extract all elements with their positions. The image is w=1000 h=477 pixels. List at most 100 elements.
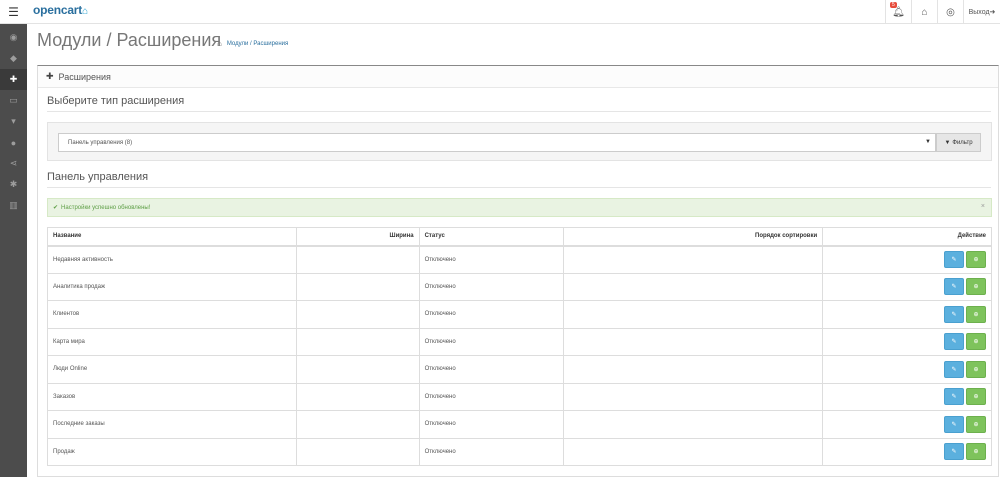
cell-sort-order [563,245,824,274]
sidebar-item-system[interactable]: ✱ [0,174,27,195]
table-header-row: Название Ширина Статус Порядок сортировк… [47,227,992,247]
sidebar-item-sales[interactable]: ▾ [0,111,27,132]
install-button[interactable]: ⊕ [966,388,986,406]
cell-action: ✎ ⊕ [822,245,992,274]
column-header-sort-order: Порядок сортировки [563,227,824,247]
table-row: Люди Online Отключено ✎ ⊕ [47,355,992,384]
install-button[interactable]: ⊕ [966,251,986,268]
choose-type-heading: Выберите тип расширения [47,95,185,107]
plus-circle-icon: ⊕ [973,339,979,346]
pencil-icon: ✎ [951,421,957,428]
table-row: Клиентов Отключено ✎ ⊕ [47,300,992,329]
cell-action: ✎ ⊕ [822,272,992,301]
pencil-icon: ✎ [951,339,957,346]
cell-width [295,355,420,384]
edit-button[interactable]: ✎ [944,388,964,406]
edit-button[interactable]: ✎ [944,333,964,351]
share-icon: ⋖ [9,158,18,168]
install-button[interactable]: ⊕ [966,333,986,351]
monitor-icon: ▭ [9,95,18,105]
table-row: Последние заказы Отключено ✎ ⊕ [47,410,992,439]
sidebar-item-extensions[interactable]: ✚ [0,69,27,90]
cell-action: ✎ ⊕ [822,382,992,411]
pencil-icon: ✎ [951,366,957,373]
divider [47,187,991,188]
sidebar-item-marketing[interactable]: ⋖ [0,153,27,174]
install-button[interactable]: ⊕ [966,305,986,323]
menu-toggle-icon[interactable]: ☰ [0,0,27,24]
breadcrumb-link-extensions[interactable]: Модули / Расширения [227,41,288,47]
cell-sort-order [563,300,824,329]
extension-type-selected: Панель управления (8) [68,139,133,146]
cell-width [295,327,420,356]
tag-icon: ◆ [10,53,17,63]
cell-action: ✎ ⊕ [822,300,992,329]
cell-name: Клиентов [47,300,297,329]
cell-status: Отключено [418,355,565,384]
edit-button[interactable]: ✎ [944,415,964,433]
check-circle-icon: ✔ [53,205,59,211]
install-button[interactable]: ⊕ [966,415,986,433]
panel-heading: ✚ Расширения [38,66,998,88]
edit-button[interactable]: ✎ [944,360,964,378]
top-header: ☰ opencart⌂ 5 🔔︎ ⌂ ◎ Выход ➜ [0,0,1000,24]
filter-button[interactable]: ▼ Фильтр [936,133,981,152]
gear-icon: ✱ [9,179,18,189]
extension-type-select[interactable]: Панель управления (8) ▼ [58,133,936,152]
edit-button[interactable]: ✎ [944,305,964,323]
chevron-down-icon: ▼ [925,139,931,145]
main-content: Модули / Расширения ⌂ Модули / Расширени… [27,24,1000,477]
cell-width [295,437,420,466]
home-icon: ⌂ [921,6,928,18]
plus-circle-icon: ⊕ [973,311,979,318]
install-button[interactable]: ⊕ [966,443,986,461]
notifications-button[interactable]: 5 🔔︎ [885,0,911,24]
divider [47,111,991,112]
cell-width [295,300,420,329]
sidebar-item-dashboard[interactable]: ◉ [0,27,27,48]
breadcrumb-home-icon[interactable]: ⌂ [217,39,222,48]
cell-name: Карта мира [47,327,297,356]
puzzle-icon: ✚ [46,71,54,81]
table-row: Аналитика продаж Отключено ✎ ⊕ [47,272,992,301]
sidebar-item-design[interactable]: ▭ [0,90,27,111]
cell-status: Отключено [418,410,565,439]
plus-circle-icon: ⊕ [973,449,979,456]
sidebar-item-reports[interactable]: ▥ [0,195,27,216]
cell-action: ✎ ⊕ [822,410,992,439]
page-title: Модули / Расширения [37,30,222,50]
cell-sort-order [563,272,824,301]
filter-well: Панель управления (8) ▼ ▼ Фильтр [47,122,992,161]
install-button[interactable]: ⊕ [966,278,986,296]
pencil-icon: ✎ [951,284,957,291]
edit-button[interactable]: ✎ [944,278,964,296]
table-row: Карта мира Отключено ✎ ⊕ [47,327,992,356]
home-button[interactable]: ⌂ [911,0,937,24]
opencart-logo[interactable]: opencart⌂ [33,3,88,17]
cell-width [295,382,420,411]
logout-button[interactable]: Выход ➜ [963,0,1000,24]
puzzle-icon: ✚ [9,74,18,84]
cell-width [295,410,420,439]
pencil-icon: ✎ [951,394,957,401]
close-icon[interactable]: × [981,203,985,210]
cell-name: Последние заказы [47,410,297,439]
pencil-icon: ✎ [951,311,957,318]
cell-name: Люди Online [47,355,297,384]
help-button[interactable]: ◎ [937,0,963,24]
sidebar-item-catalog[interactable]: ◆ [0,48,27,69]
logo-cart-icon: ⌂ [82,6,88,17]
bar-chart-icon: ▥ [9,200,18,210]
edit-button[interactable]: ✎ [944,443,964,461]
edit-button[interactable]: ✎ [944,251,964,268]
cell-status: Отключено [418,300,565,329]
logo-text: opencart [33,3,83,17]
cell-status: Отключено [418,272,565,301]
cell-name: Заказов [47,382,297,411]
cell-width [295,245,420,274]
install-button[interactable]: ⊕ [966,360,986,378]
panel-heading-title: Расширения [58,71,111,82]
sidebar-item-customers[interactable]: ● [0,132,27,153]
column-header-name[interactable]: Название [47,227,297,247]
cell-status: Отключено [418,245,565,274]
